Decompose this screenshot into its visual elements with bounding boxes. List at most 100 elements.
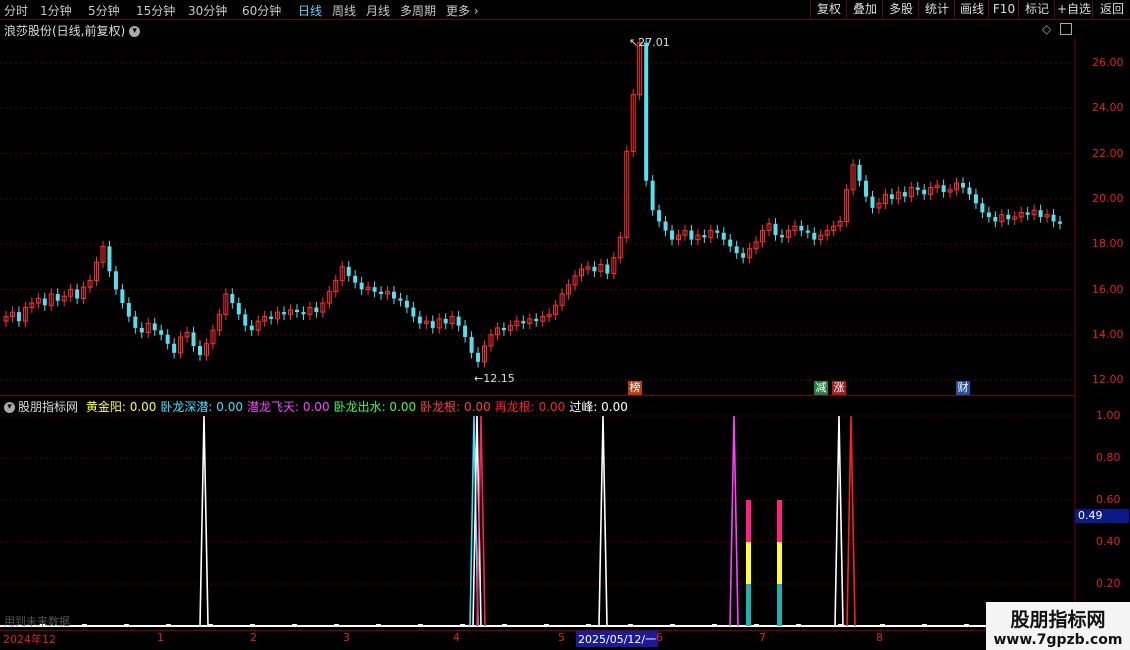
- chevron-right-icon: ›: [470, 4, 479, 18]
- baseline-marker: [376, 624, 381, 627]
- indicator-spike: [846, 415, 856, 627]
- candle-body: [469, 336, 474, 353]
- candle-body: [314, 307, 319, 313]
- candle-body: [191, 332, 196, 347]
- diamond-icon[interactable]: ◇: [1042, 22, 1051, 36]
- event-marker-reduce[interactable]: 减: [814, 381, 828, 395]
- candle-body: [657, 210, 662, 222]
- candle-body: [107, 246, 112, 272]
- back-button[interactable]: 返回: [1092, 0, 1130, 18]
- baseline-marker: [586, 624, 591, 627]
- candle-body: [741, 253, 746, 258]
- candle-body: [650, 180, 655, 211]
- indicator-stack-bar: [746, 584, 751, 626]
- candle-body: [359, 282, 364, 290]
- event-marker-rise[interactable]: 涨: [832, 381, 846, 395]
- period-fenshi[interactable]: 分时: [4, 2, 28, 19]
- candle-body: [889, 194, 894, 199]
- period-15min[interactable]: 15分钟: [136, 2, 175, 19]
- candle-body: [172, 343, 177, 353]
- candle-body: [243, 314, 248, 326]
- candle-body: [404, 300, 409, 308]
- indicator-chart[interactable]: [0, 396, 1130, 630]
- candle-body: [870, 196, 875, 208]
- period-1min[interactable]: 1分钟: [40, 2, 72, 19]
- candle-body: [75, 289, 80, 299]
- indicator-axis-label: 0.60: [1096, 493, 1121, 506]
- candle-body: [715, 230, 720, 233]
- baseline-marker: [712, 624, 717, 627]
- candle-body: [993, 216, 998, 222]
- candle-body: [133, 316, 138, 328]
- time-axis-label: 5: [558, 631, 565, 644]
- draw-line-button[interactable]: 画线: [954, 0, 989, 18]
- candle-body: [521, 321, 526, 324]
- event-marker-list[interactable]: 榜: [628, 381, 642, 395]
- candle-body: [857, 164, 862, 181]
- candle-body: [126, 303, 131, 317]
- time-axis-label: 2: [250, 631, 257, 644]
- candle-body: [417, 316, 422, 324]
- price-axis-label: 20.00: [1092, 191, 1124, 205]
- candle-body: [1025, 212, 1030, 215]
- indicator-spike: [598, 415, 608, 627]
- adjust-button[interactable]: 复权: [810, 0, 847, 18]
- f10-button[interactable]: F10: [988, 0, 1019, 18]
- indicator-stack-bar: [746, 500, 751, 542]
- time-axis-label: 1: [157, 631, 164, 644]
- period-monthly[interactable]: 月线: [366, 2, 390, 19]
- period-toolbar: 分时 1分钟 5分钟 15分钟 30分钟 60分钟 日线 周线 月线 多周期 更…: [0, 0, 1130, 20]
- candle-body: [197, 346, 202, 356]
- candle-body: [501, 327, 506, 331]
- mark-button[interactable]: 标记: [1018, 0, 1055, 18]
- candle-body: [973, 194, 978, 204]
- period-weekly[interactable]: 周线: [332, 2, 356, 19]
- baseline-marker: [544, 624, 549, 627]
- candle-body: [967, 187, 972, 195]
- add-favorite-button[interactable]: +自选: [1054, 0, 1093, 18]
- candle-body: [1058, 221, 1062, 224]
- event-marker-finance[interactable]: 财: [956, 381, 970, 395]
- period-daily[interactable]: 日线: [298, 2, 322, 19]
- candle-body: [230, 293, 235, 304]
- baseline-marker: [460, 624, 465, 627]
- period-5min[interactable]: 5分钟: [88, 2, 120, 19]
- statistics-button[interactable]: 统计: [918, 0, 955, 18]
- candle-body: [463, 325, 468, 337]
- candle-body: [663, 221, 668, 231]
- period-multi[interactable]: 多周期: [400, 2, 436, 19]
- window-toggle-icon[interactable]: [1060, 23, 1072, 35]
- candle-body: [605, 264, 610, 274]
- period-60min[interactable]: 60分钟: [242, 2, 281, 19]
- low-price-annotation: ←12.15: [474, 372, 515, 385]
- multi-stock-button[interactable]: 多股: [882, 0, 919, 18]
- baseline-marker: [124, 624, 129, 627]
- candle-body: [476, 352, 481, 362]
- candle-body: [113, 271, 118, 290]
- period-30min[interactable]: 30分钟: [188, 2, 227, 19]
- candle-body: [430, 321, 435, 328]
- indicator-axis-label: 0.80: [1096, 451, 1121, 464]
- candle-body: [534, 318, 539, 322]
- candle-body: [644, 42, 649, 181]
- baseline-marker: [418, 624, 423, 627]
- price-axis-label: 18.00: [1092, 237, 1124, 251]
- candlestick-chart[interactable]: [0, 38, 1130, 396]
- baseline-marker: [628, 624, 633, 627]
- chart-title[interactable]: 浪莎股份(日线,前复权) ▾: [4, 22, 141, 39]
- chevron-down-icon[interactable]: ▾: [129, 26, 141, 37]
- candle-body: [799, 226, 804, 231]
- baseline-marker: [670, 624, 675, 627]
- candle-body: [941, 185, 946, 193]
- overlay-button[interactable]: 叠加: [846, 0, 883, 18]
- baseline-marker: [796, 624, 801, 627]
- candle-body: [139, 327, 144, 333]
- candle-body: [689, 230, 694, 240]
- indicator-axis-label: 0.40: [1096, 535, 1121, 548]
- candle-body: [702, 235, 707, 238]
- watermark-url: www.7gpzb.com: [993, 632, 1123, 648]
- price-axis-label: 22.00: [1092, 146, 1124, 160]
- baseline-marker: [838, 624, 843, 627]
- period-more[interactable]: 更多 ›: [446, 2, 479, 19]
- chart-title-text: 浪莎股份(日线,前复权): [4, 24, 126, 38]
